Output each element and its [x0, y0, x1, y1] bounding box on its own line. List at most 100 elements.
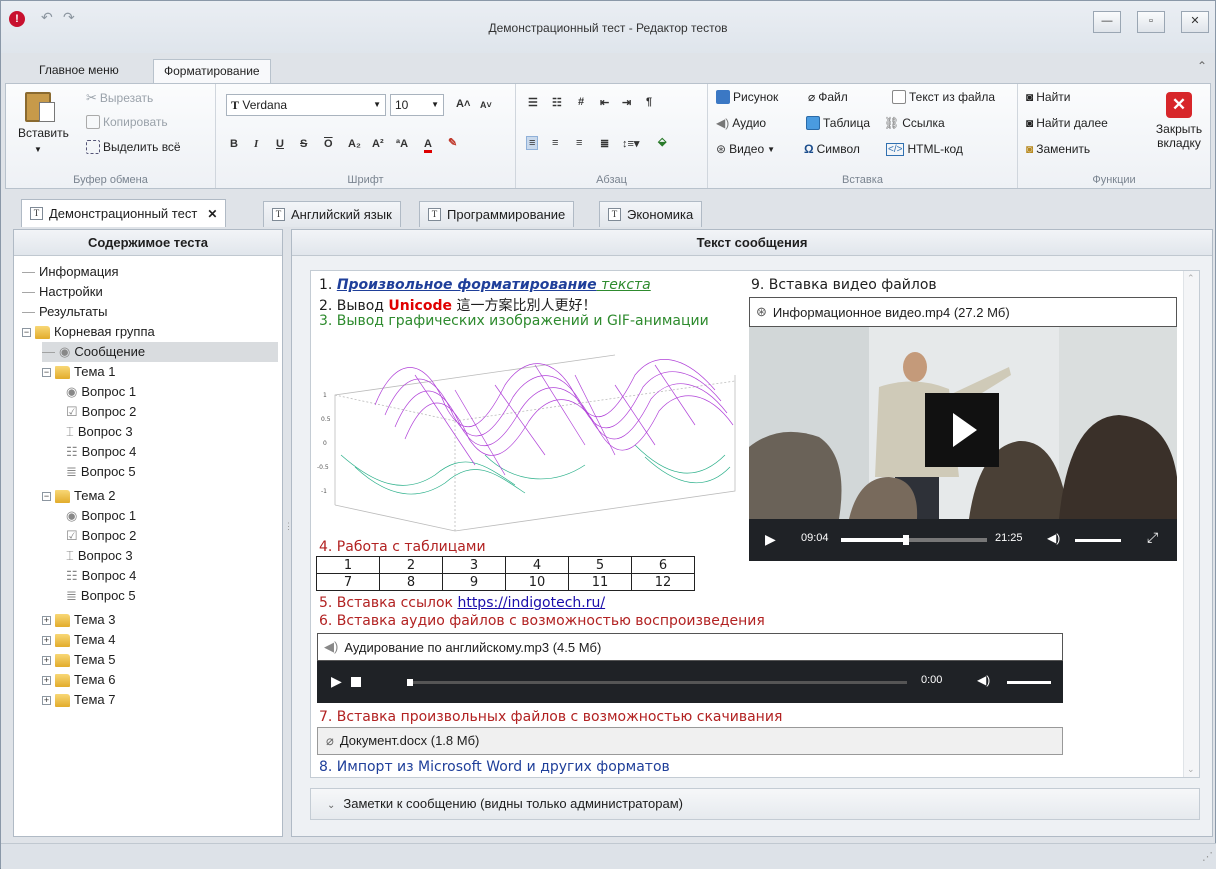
video-volume-slider[interactable] — [1075, 539, 1121, 542]
indent-decrease-icon[interactable]: ⇤ — [600, 96, 609, 109]
tree-item-topic-3[interactable]: + Тема 3 — [42, 610, 115, 630]
expand-icon[interactable]: + — [42, 675, 51, 685]
tab-formatting[interactable]: Форматирование — [153, 59, 271, 83]
close-icon[interactable]: ✕ — [207, 202, 217, 226]
cut-button[interactable]: ✂ Вырезать — [86, 90, 153, 106]
numbered-list-icon[interactable]: ☷ — [552, 96, 562, 109]
collapse-icon[interactable]: − — [42, 367, 51, 377]
maximize-button[interactable]: ▫ — [1137, 11, 1165, 33]
doc-tab-programming[interactable]: T Программирование — [419, 201, 575, 227]
justify-icon[interactable]: ≣ — [600, 137, 609, 150]
doc-tab-demo[interactable]: T Демонстрационный тест ✕ — [21, 199, 227, 227]
collapse-icon[interactable]: − — [22, 327, 31, 337]
tree-item-question[interactable]: ☷ Вопрос 4 — [66, 566, 136, 586]
tree-item-root-group[interactable]: − Корневая группа — [22, 322, 155, 342]
audio-volume-slider[interactable] — [1007, 681, 1051, 684]
insert-file-button[interactable]: ⌀ Файл — [808, 90, 848, 104]
tree-item-question[interactable]: ⌶ Вопрос 3 — [66, 422, 133, 442]
fullscreen-icon[interactable]: ⤢ — [1147, 529, 1158, 546]
tree-item-question[interactable]: ☑ Вопрос 2 — [66, 402, 136, 422]
strikethrough-icon[interactable]: S — [300, 138, 307, 150]
file-attachment[interactable]: ⌀ Документ.docx (1.8 Мб) — [317, 727, 1063, 755]
tree-item-info[interactable]: — Информация — [22, 262, 119, 282]
tree-item-question[interactable]: ≣ Вопрос 5 — [66, 462, 136, 482]
indent-increase-icon[interactable]: ⇥ — [622, 96, 631, 109]
italic-icon[interactable]: I — [254, 138, 258, 150]
resize-grip-icon[interactable]: ⋰ — [1202, 850, 1213, 863]
close-window-button[interactable]: ✕ — [1181, 11, 1209, 33]
doc-tab-economics[interactable]: T Экономика — [599, 201, 703, 227]
expand-icon[interactable]: + — [42, 655, 51, 665]
audio-progress-thumb[interactable] — [407, 679, 413, 686]
grow-font-icon[interactable]: A˄ — [456, 98, 470, 110]
tree-item-question[interactable]: ☑ Вопрос 2 — [66, 526, 136, 546]
align-center-icon[interactable]: ≡ — [552, 137, 558, 149]
splitter-handle[interactable]: ⋮ — [284, 521, 293, 541]
find-next-button[interactable]: ◙ Найти далее — [1026, 116, 1108, 130]
paste-button[interactable]: Вставить ▼ — [18, 92, 69, 155]
close-tab-button[interactable]: ✕ Закрыть вкладку — [1154, 92, 1204, 150]
text-from-file-button[interactable]: Текст из файла — [892, 90, 995, 104]
tab-main-menu[interactable]: Главное меню — [29, 59, 129, 83]
message-editor[interactable]: 1. Произвольное форматирование текста 2.… — [310, 270, 1200, 778]
fill-color-icon[interactable]: ⬙ — [658, 135, 666, 148]
tree-item-question[interactable]: ◉ Вопрос 1 — [66, 382, 136, 402]
insert-symbol-button[interactable]: Ω Символ — [804, 142, 860, 156]
select-all-button[interactable]: Выделить всё — [86, 140, 181, 154]
tree-item-settings[interactable]: — Настройки — [22, 282, 103, 302]
pilcrow-icon[interactable]: ¶ — [646, 96, 652, 108]
doc-tab-english[interactable]: T Английский язык — [263, 201, 401, 227]
tree-item-results[interactable]: — Результаты — [22, 302, 107, 322]
overline-icon[interactable]: O — [324, 138, 333, 150]
tree-item-question[interactable]: ☷ Вопрос 4 — [66, 442, 136, 462]
expand-icon[interactable]: + — [42, 695, 51, 705]
collapse-icon[interactable]: − — [42, 491, 51, 501]
insert-html-button[interactable]: </> HTML-код — [886, 142, 963, 156]
tree-item-question[interactable]: ⌶ Вопрос 3 — [66, 546, 133, 566]
expand-icon[interactable]: + — [42, 635, 51, 645]
tree-item-topic-6[interactable]: + Тема 6 — [42, 670, 115, 690]
video-progress-thumb[interactable] — [903, 535, 909, 545]
align-right-icon[interactable]: ≡ — [576, 137, 582, 149]
change-case-icon[interactable]: ªA — [396, 138, 408, 150]
scroll-down-icon[interactable]: ⌄ — [1187, 764, 1195, 775]
subscript-icon[interactable]: A₂ — [348, 138, 361, 150]
tree-item-topic-1[interactable]: − Тема 1 — [42, 362, 115, 382]
replace-button[interactable]: ◙ Заменить — [1026, 142, 1090, 156]
tree-item-question[interactable]: ≣ Вопрос 5 — [66, 586, 136, 606]
tree-item-question[interactable]: ◉ Вопрос 1 — [66, 506, 136, 526]
insert-table-button[interactable]: Таблица — [806, 116, 870, 130]
insert-picture-button[interactable]: Рисунок — [716, 90, 778, 104]
shrink-font-icon[interactable]: A˅ — [480, 100, 492, 110]
hash-icon[interactable]: # — [578, 96, 584, 108]
tree-item-topic-2[interactable]: − Тема 2 — [42, 486, 115, 506]
align-left-icon[interactable]: ≡ — [526, 136, 539, 150]
video-frame[interactable] — [749, 327, 1177, 519]
play-icon[interactable]: ▶ — [765, 531, 776, 548]
audio-progress-track[interactable] — [407, 679, 907, 686]
highlight-icon[interactable]: ✎ — [448, 136, 457, 149]
font-color-icon[interactable]: A — [424, 138, 432, 153]
insert-audio-button[interactable]: ◀) Аудио — [716, 116, 766, 130]
expand-icon[interactable]: + — [42, 615, 51, 625]
collapse-ribbon-icon[interactable]: ⌃ — [1197, 59, 1207, 73]
video-play-button[interactable] — [925, 393, 999, 467]
volume-icon[interactable]: ◀) — [977, 673, 990, 687]
tree-item-topic-5[interactable]: + Тема 5 — [42, 650, 115, 670]
superscript-icon[interactable]: A² — [372, 138, 384, 150]
font-size-select[interactable]: 10 ▼ — [390, 94, 444, 116]
line-spacing-icon[interactable]: ↕≡▾ — [622, 137, 639, 150]
find-button[interactable]: ◙ Найти — [1026, 90, 1071, 104]
stop-icon[interactable] — [351, 677, 361, 687]
insert-video-button[interactable]: ⊛ Видео ▼ — [716, 142, 775, 156]
volume-icon[interactable]: ◀) — [1047, 531, 1060, 545]
bold-icon[interactable]: B — [230, 138, 238, 150]
copy-button[interactable]: Копировать — [86, 115, 168, 129]
font-family-select[interactable]: T Verdana ▼ — [226, 94, 386, 116]
minimize-button[interactable]: — — [1093, 11, 1121, 33]
tree-item-topic-4[interactable]: + Тема 4 — [42, 630, 115, 650]
tree-item-message[interactable]: — ◉ Сообщение — [42, 342, 278, 362]
tree-item-topic-7[interactable]: + Тема 7 — [42, 690, 115, 710]
notes-expander[interactable]: ⌄ Заметки к сообщению (видны только админ… — [310, 788, 1200, 820]
video-progress-track[interactable] — [841, 535, 987, 545]
